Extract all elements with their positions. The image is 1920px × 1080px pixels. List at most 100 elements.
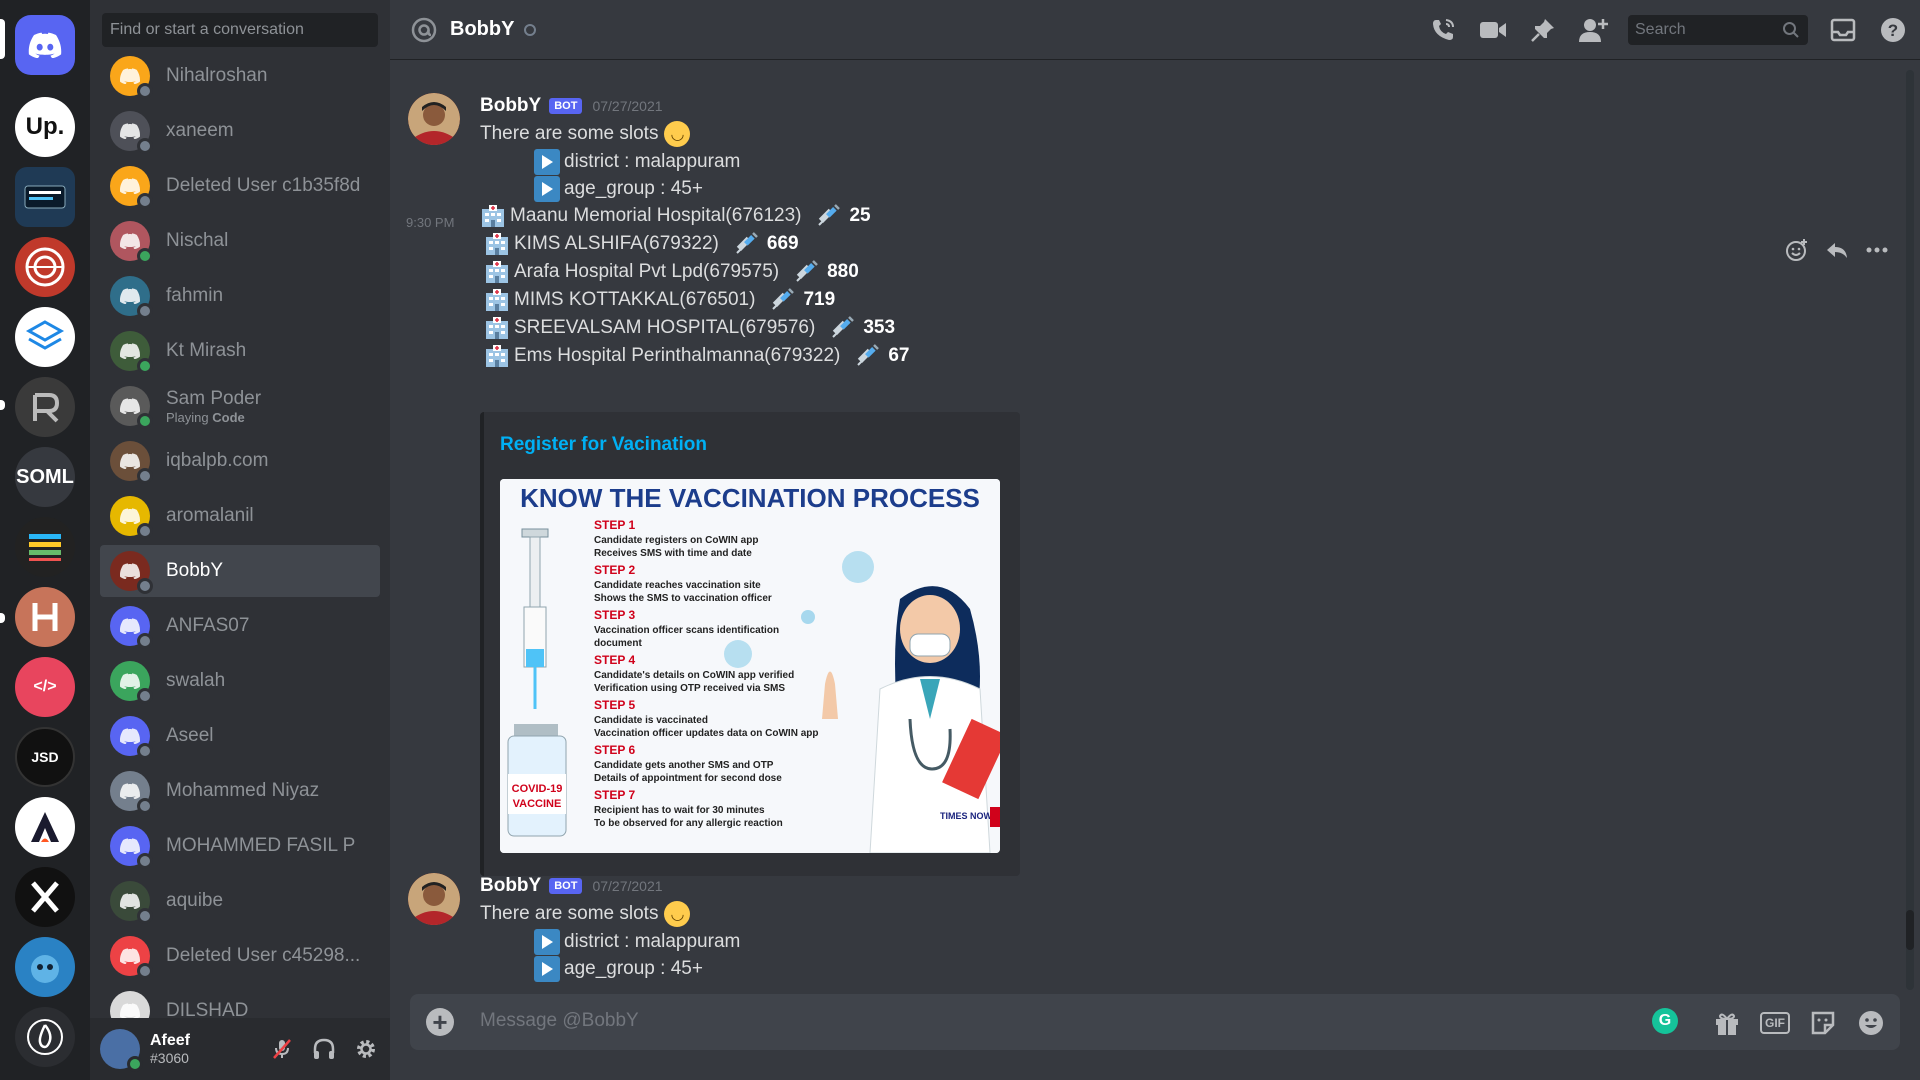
dm-item[interactable]: Nihalroshan	[100, 50, 380, 102]
server-stack[interactable]	[15, 517, 75, 577]
grammarly-icon[interactable]: G	[1652, 1008, 1678, 1034]
avatar-glyph-icon	[120, 948, 140, 964]
add-friend-to-dm-button[interactable]	[1578, 15, 1608, 45]
hospital-name: Maanu Memorial Hospital(676123)	[510, 205, 802, 226]
more-options-button[interactable]	[1864, 237, 1890, 263]
dm-item[interactable]: MOHAMMED FASIL P	[100, 820, 380, 872]
dm-item[interactable]: Mohammed Niyaz	[100, 765, 380, 817]
dm-item[interactable]: Deleted User c45298...	[100, 930, 380, 982]
server-flame[interactable]	[15, 1007, 75, 1067]
dm-item[interactable]: aromalanil	[100, 490, 380, 542]
message-author[interactable]: BobbY	[480, 95, 541, 117]
dm-item-name: Kt Mirash	[166, 340, 247, 361]
gift-button[interactable]	[1712, 1008, 1742, 1038]
built-in-flutter-icon	[24, 185, 66, 209]
avatar	[110, 606, 153, 649]
avatar	[110, 716, 153, 759]
server-r[interactable]	[15, 377, 75, 437]
discord-logo-icon	[28, 32, 62, 58]
avatar-glyph-icon	[120, 288, 140, 304]
voice-call-button[interactable]	[1428, 15, 1458, 45]
help-button[interactable]: ?	[1878, 15, 1908, 45]
dm-item-name: Aseel	[166, 725, 214, 746]
server-mascot[interactable]	[15, 937, 75, 997]
avatar	[110, 991, 153, 1020]
message-author[interactable]: BobbY	[480, 875, 541, 897]
dm-item[interactable]: Sam Poder Playing Code	[100, 380, 380, 432]
dm-search-input[interactable]: Find or start a conversation	[102, 13, 378, 47]
server-flutter[interactable]	[15, 167, 75, 227]
server-soml[interactable]: SOML	[15, 447, 75, 507]
avatar-glyph-icon	[120, 618, 140, 634]
server-jsd[interactable]: JSD	[15, 727, 75, 787]
dm-item[interactable]: iqbalpb.com	[100, 435, 380, 487]
dm-item[interactable]: Aseel	[100, 710, 380, 762]
dm-item[interactable]: fahmin	[100, 270, 380, 322]
avatar-image	[408, 873, 460, 925]
sticker-button[interactable]	[1808, 1008, 1838, 1038]
dm-item[interactable]: Kt Mirash	[100, 325, 380, 377]
embed-title-link[interactable]: Register for Vacination	[500, 434, 707, 456]
home-button[interactable]	[15, 15, 75, 75]
dm-item[interactable]: DILSHAD	[100, 985, 380, 1020]
user-avatar[interactable]	[100, 1029, 143, 1072]
server-rail: Up. SOML </> JSD	[0, 0, 90, 1080]
gift-icon	[1716, 1013, 1738, 1035]
avatar	[110, 661, 153, 704]
video-call-button[interactable]	[1478, 15, 1508, 45]
step-label: STEP 1	[594, 518, 635, 532]
dm-item-activity: Playing Code	[166, 410, 261, 425]
message-input[interactable]: Message @BobbY	[480, 1010, 639, 1032]
dm-item[interactable]: Nischal	[100, 215, 380, 267]
play-arrow-icon	[534, 929, 560, 955]
deafen-button[interactable]	[310, 1035, 338, 1063]
scrollbar-track[interactable]	[1906, 70, 1914, 990]
avatar	[110, 551, 153, 594]
reply-icon	[1827, 243, 1847, 258]
dm-item-name: Nischal	[166, 230, 229, 251]
server-code[interactable]: </>	[15, 657, 75, 717]
server-spiral[interactable]	[15, 237, 75, 297]
server-x[interactable]	[15, 867, 75, 927]
avatar-glyph-icon	[120, 123, 140, 139]
embed-image[interactable]: KNOW THE VACCINATION PROCESS COVID-19 VA…	[500, 479, 1000, 853]
slot-count: 25	[849, 205, 871, 226]
hospital-icon	[480, 203, 506, 229]
dm-item[interactable]: swalah	[100, 655, 380, 707]
slot-count: 880	[827, 261, 859, 282]
avatar	[110, 881, 153, 924]
server-up[interactable]: Up.	[15, 97, 75, 157]
emoji-button[interactable]	[1856, 1008, 1886, 1038]
pinned-messages-button[interactable]	[1528, 15, 1558, 45]
inbox-button[interactable]	[1828, 15, 1858, 45]
step-text: Candidate is vaccinated	[594, 715, 708, 726]
bot-avatar[interactable]	[408, 873, 460, 925]
dm-item[interactable]: Deleted User c1b35f8d	[100, 160, 380, 212]
dm-item[interactable]: aquibe	[100, 875, 380, 927]
settings-button[interactable]	[352, 1035, 380, 1063]
search-input[interactable]: Search	[1628, 15, 1808, 45]
add-reaction-button[interactable]	[1784, 237, 1810, 263]
dm-item-name: Mohammed Niyaz	[166, 780, 320, 801]
message: BobbY BOT 07/27/2021 There are some slot…	[408, 873, 1898, 991]
scrollbar-thumb[interactable]	[1906, 910, 1914, 950]
add-user-icon	[1579, 19, 1608, 42]
server-cube[interactable]	[15, 307, 75, 367]
dm-item-name: Deleted User c1b35f8d	[166, 175, 361, 196]
message-date: 07/27/2021	[592, 98, 663, 114]
dm-item[interactable]: ANFAS07	[100, 600, 380, 652]
server-a[interactable]	[15, 797, 75, 857]
mute-button[interactable]	[268, 1035, 296, 1063]
dm-item[interactable]: BobbY	[100, 545, 380, 597]
gif-button[interactable]: GIF	[1760, 1008, 1790, 1038]
dm-item[interactable]: xaneem	[100, 105, 380, 157]
avatar	[110, 221, 153, 264]
mascot-logo-icon	[31, 955, 59, 983]
message-actions	[1784, 237, 1890, 263]
upload-button[interactable]: +	[426, 1008, 454, 1036]
bot-avatar[interactable]	[408, 93, 460, 145]
inbox-icon	[1830, 18, 1856, 42]
server-h[interactable]	[15, 587, 75, 647]
vaccine-vial-illustration: COVID-19 VACCINE	[507, 724, 567, 837]
reply-button[interactable]	[1824, 237, 1850, 263]
